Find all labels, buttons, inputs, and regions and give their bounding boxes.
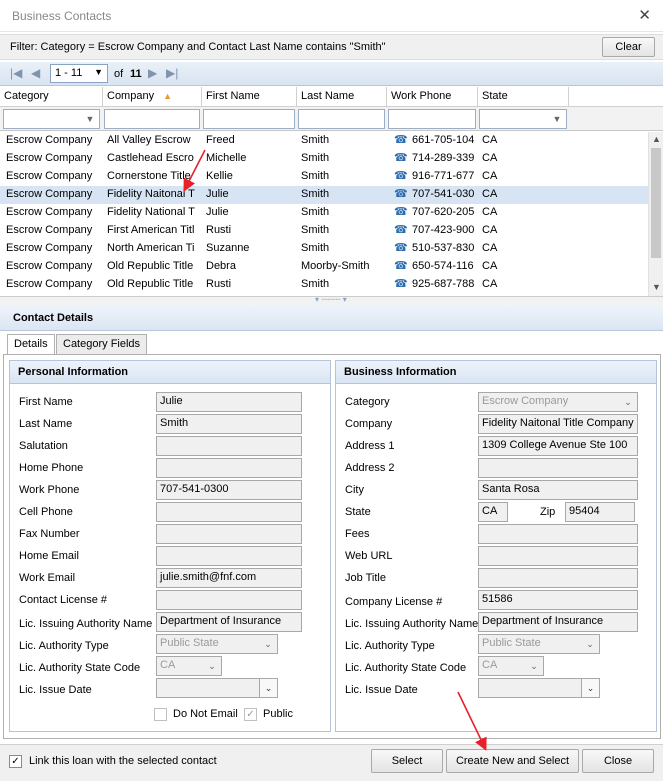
annotation-arrows (183, 149, 487, 751)
annotation-arrow-button (457, 691, 487, 751)
annotation-arrow-row (183, 149, 206, 192)
